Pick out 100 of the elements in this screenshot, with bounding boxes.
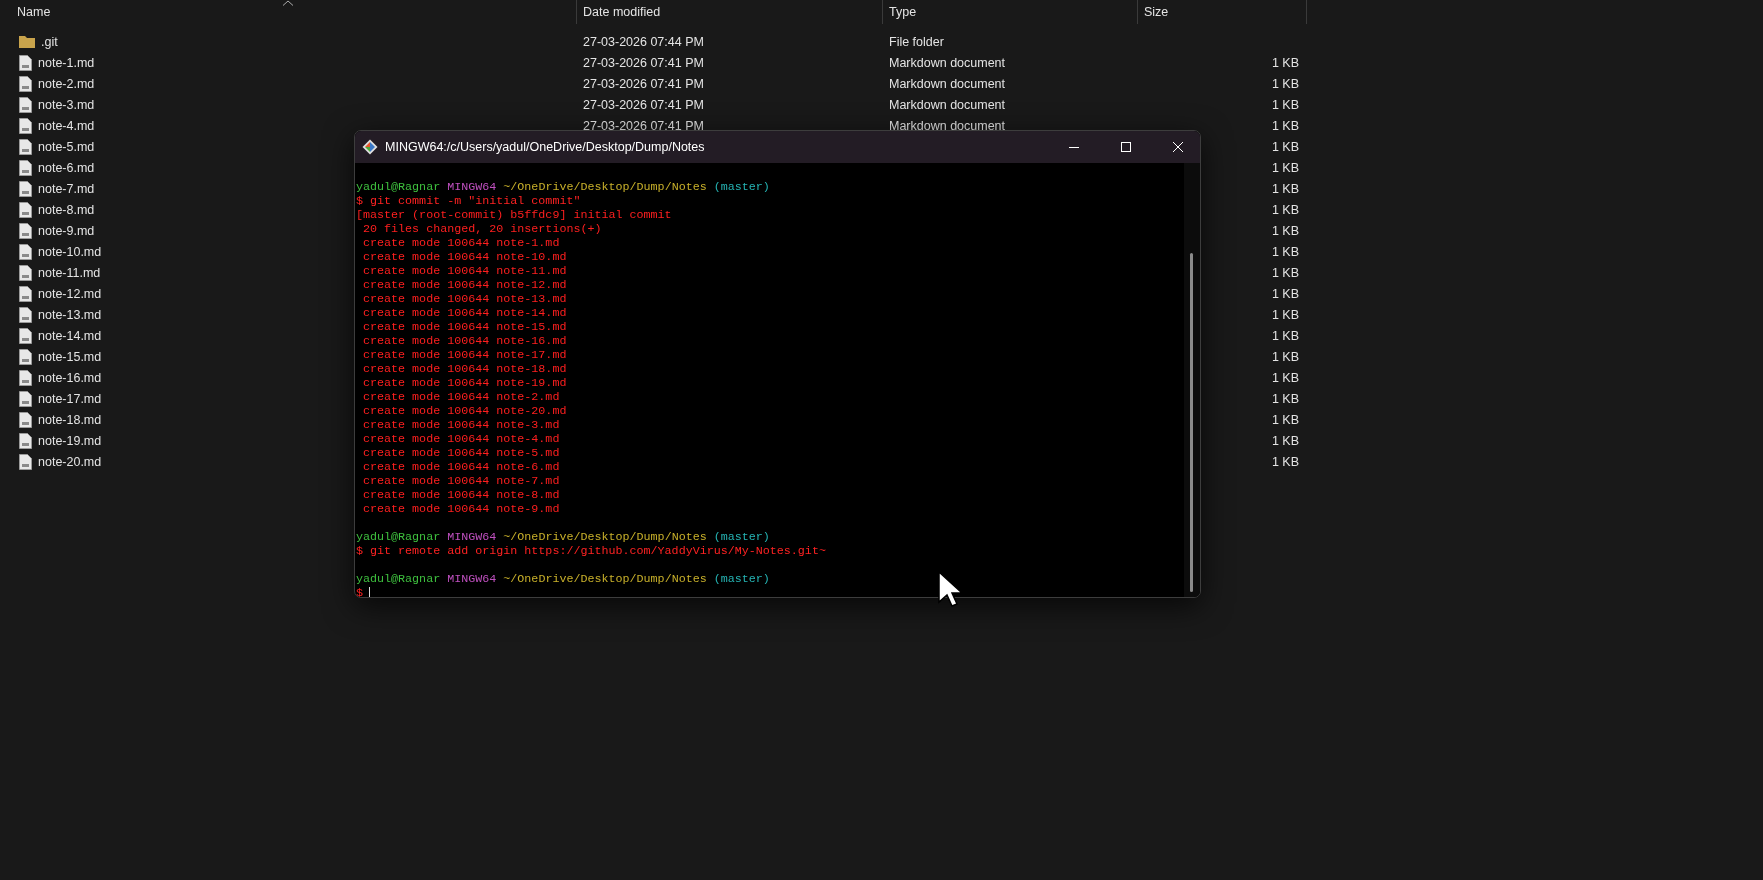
output-line: create mode 100644 note-6.md	[362, 460, 560, 474]
text-cursor	[369, 587, 370, 597]
file-name[interactable]: note-20.md	[38, 454, 102, 469]
output-line: create mode 100644 note-18.md	[362, 362, 567, 376]
date-modified: 27-03-2026 07:41 PM	[583, 118, 704, 133]
file-size: 1 KB	[1271, 223, 1299, 238]
file-size: 1 KB	[1271, 328, 1299, 343]
output-line: create mode 100644 note-19.md	[362, 376, 567, 390]
prompt-path: ~/OneDrive/Desktop/Dump/Notes	[503, 572, 707, 586]
file-name[interactable]: note-10.md	[38, 244, 102, 259]
file-size: 1 KB	[1271, 391, 1299, 406]
git-logo-icon	[362, 139, 378, 155]
document-icon	[19, 411, 32, 428]
file-size: 1 KB	[1271, 97, 1299, 112]
column-header[interactable]: Name	[0, 0, 577, 24]
file-size: 1 KB	[1271, 118, 1299, 133]
file-name[interactable]: note-7.md	[38, 181, 95, 196]
file-size: 1 KB	[1271, 244, 1299, 259]
file-size: 1 KB	[1271, 265, 1299, 280]
document-icon	[19, 201, 32, 218]
prompt-host: MINGW64	[447, 180, 497, 194]
output-line: create mode 100644 note-8.md	[362, 488, 560, 502]
output-line: create mode 100644 note-17.md	[362, 348, 567, 362]
file-name[interactable]: note-6.md	[38, 160, 95, 175]
file-name[interactable]: note-17.md	[38, 391, 102, 406]
column-header[interactable]: Date modified	[577, 0, 883, 24]
output-line: create mode 100644 note-4.md	[362, 432, 560, 446]
document-icon	[19, 369, 32, 386]
file-name[interactable]: note-18.md	[38, 412, 102, 427]
file-name[interactable]: note-14.md	[38, 328, 102, 343]
document-icon	[19, 348, 32, 365]
output-line: create mode 100644 note-5.md	[362, 446, 560, 460]
date-modified: 27-03-2026 07:41 PM	[583, 97, 704, 112]
document-icon	[19, 243, 32, 260]
command-line: $ git commit -m "initial commit"	[356, 194, 581, 208]
output-line: create mode 100644 note-15.md	[362, 320, 567, 334]
file-size: 1 KB	[1271, 202, 1299, 217]
file-size: 1 KB	[1271, 412, 1299, 427]
file-size: 1 KB	[1271, 286, 1299, 301]
output-line: create mode 100644 note-3.md	[362, 418, 560, 432]
file-name[interactable]: note-1.md	[38, 55, 95, 70]
window-title: MINGW64:/c/Users/yadul/OneDrive/Desktop/Dump/Notes	[385, 140, 706, 154]
file-name[interactable]: note-3.md	[38, 97, 95, 112]
scrollbar-thumb[interactable]	[1190, 253, 1193, 592]
maximize-icon	[1120, 142, 1131, 152]
file-size: 1 KB	[1271, 307, 1299, 322]
file-size: 1 KB	[1271, 370, 1299, 385]
file-name[interactable]: note-13.md	[38, 307, 102, 322]
document-icon	[19, 432, 32, 449]
file-name[interactable]: .git	[41, 34, 58, 49]
date-modified: 27-03-2026 07:41 PM	[583, 55, 704, 70]
column-header[interactable]: Type	[883, 0, 1138, 24]
document-icon	[19, 285, 32, 302]
prompt-branch: (master)	[713, 180, 770, 194]
document-icon	[19, 54, 32, 71]
file-name[interactable]: note-16.md	[38, 370, 102, 385]
prompt-path: ~/OneDrive/Desktop/Dump/Notes	[503, 530, 707, 544]
column-header[interactable]: Size	[1138, 0, 1307, 24]
folder-icon	[19, 35, 35, 48]
prompt-branch: (master)	[713, 572, 770, 586]
file-name[interactable]: note-12.md	[38, 286, 102, 301]
file-size: 1 KB	[1271, 139, 1299, 154]
file-size: 1 KB	[1271, 160, 1299, 175]
document-icon	[19, 96, 32, 113]
file-name[interactable]: note-19.md	[38, 433, 102, 448]
file-type: Markdown document	[889, 118, 1006, 133]
sort-caret-icon	[282, 0, 294, 6]
file-name[interactable]: note-8.md	[38, 202, 95, 217]
file-name[interactable]: note-5.md	[38, 139, 95, 154]
file-size: 1 KB	[1271, 55, 1299, 70]
prompt-host: MINGW64	[447, 530, 497, 544]
file-name[interactable]: note-2.md	[38, 76, 95, 91]
output-line: create mode 100644 note-1.md	[362, 236, 560, 250]
document-icon	[19, 222, 32, 239]
document-icon	[19, 138, 32, 155]
output-line: create mode 100644 note-11.md	[362, 264, 567, 278]
prompt-user: yadul@Ragnar	[356, 530, 441, 544]
file-size: 1 KB	[1271, 349, 1299, 364]
document-icon	[19, 390, 32, 407]
file-name[interactable]: note-4.md	[38, 118, 95, 133]
prompt-branch: (master)	[713, 530, 770, 544]
output-line: create mode 100644 note-2.md	[362, 390, 560, 404]
document-icon	[19, 327, 32, 344]
document-icon	[19, 453, 32, 470]
prompt-host: MINGW64	[447, 572, 497, 586]
prompt-user: yadul@Ragnar	[356, 572, 441, 586]
output-line: create mode 100644 note-7.md	[362, 474, 560, 488]
file-name[interactable]: note-9.md	[38, 223, 95, 238]
file-name[interactable]: note-11.md	[38, 265, 101, 280]
file-name[interactable]: note-15.md	[38, 349, 102, 364]
date-modified: 27-03-2026 07:44 PM	[583, 34, 704, 49]
file-type: Markdown document	[889, 76, 1006, 91]
output-line: [master (root-commit) b5ffdc9] initial commit	[356, 208, 672, 222]
output-line: 20 files changed, 20 insertions(+)	[362, 222, 602, 236]
document-icon	[19, 180, 32, 197]
command-line: $ git remote add origin https://github.com/YaddyVirus/My-Notes.git~	[356, 544, 826, 558]
output-line: create mode 100644 note-14.md	[362, 306, 567, 320]
prompt-path: ~/OneDrive/Desktop/Dump/Notes	[503, 180, 707, 194]
date-modified: 27-03-2026 07:41 PM	[583, 76, 704, 91]
output-line: create mode 100644 note-16.md	[362, 334, 567, 348]
